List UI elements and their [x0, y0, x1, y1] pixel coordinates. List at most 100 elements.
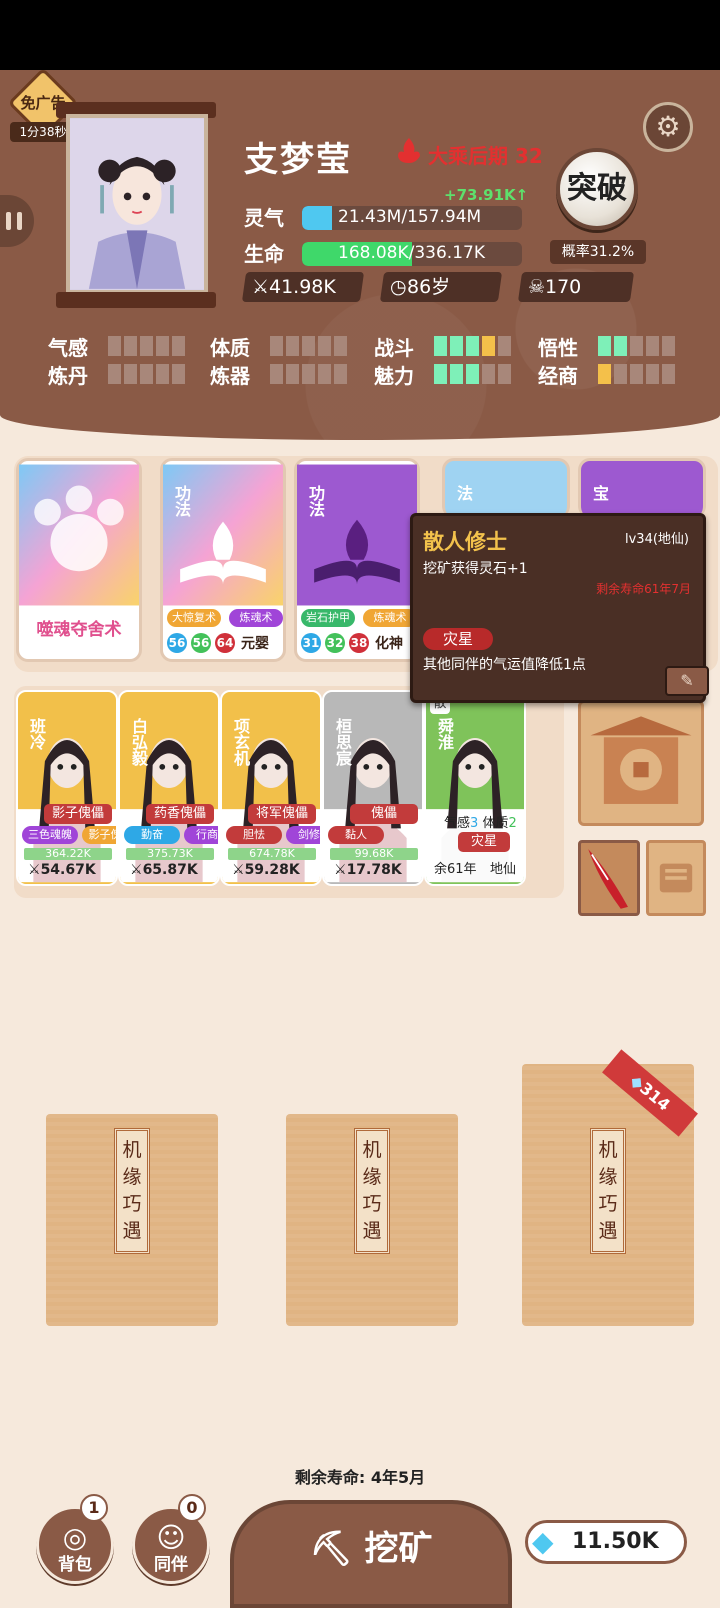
companion-card[interactable]: 班冷影子傀儡三色魂魄影子傀 364.22K ⚔54.67K [16, 690, 118, 886]
attribute-pip [172, 336, 185, 356]
dark-book-skill-art [297, 464, 417, 606]
fortune-packet[interactable]: 机缘巧遇 [286, 1114, 458, 1326]
attribute-pip [450, 336, 463, 356]
remaining-lifespan: 剩余寿命: 4年5月 [294, 1468, 426, 1487]
skill-card-3[interactable]: 功法 岩石护甲 炼魂术 31 32 38 化神 [294, 458, 420, 662]
age-stat: ◷ 86岁 [379, 272, 503, 302]
skill-rank: 化神 [375, 636, 403, 652]
attribute-pip [108, 336, 121, 356]
companion-trait: 三色魂魄 [22, 826, 78, 844]
skill-stat: 31 [301, 633, 321, 653]
attribute-pip [434, 364, 447, 384]
attribute-pip [482, 364, 495, 384]
skill-stat: 64 [215, 633, 235, 653]
tooltip-detail-button[interactable]: ✎ [665, 666, 709, 696]
companion-power: ⚔17.78K [334, 862, 402, 878]
realm-label: 大乘后期 32 [428, 144, 543, 168]
skill-stat: 38 [349, 633, 369, 653]
tooltip-level: lv34(地仙) [625, 532, 689, 547]
tooltip-title: 散人修士 [423, 530, 507, 554]
clock-icon: ◷ [390, 276, 407, 298]
skill-card-4[interactable]: 法 [442, 458, 570, 518]
skill-stat: 56 [191, 633, 211, 653]
companion-card[interactable]: 桓思宸 傀儡 黏人 99.68K ⚔17.78K [322, 690, 424, 886]
companion-role: 将军傀儡 [248, 804, 316, 824]
skill-stat: 56 [167, 633, 187, 653]
bag-label: 背包 [58, 1555, 92, 1575]
settings-button[interactable]: ⚙ [643, 102, 693, 152]
attribute-label: 体质 [210, 336, 250, 360]
hp-label: 生命 [244, 242, 284, 266]
companion-card[interactable]: 白弘毅 药香傀儡 勤奋 行商 375.73K ⚔65.87K [118, 690, 220, 886]
shrine-button[interactable] [578, 700, 704, 826]
sword-icon: ⚔ [334, 862, 347, 878]
companion-role: 影子傀儡 [44, 804, 112, 824]
weapon-slot[interactable] [578, 840, 640, 916]
breakthrough-button[interactable]: 突破 [556, 148, 638, 230]
skill-card-1[interactable]: 噬魂夺舍术 [16, 458, 142, 662]
attribute-pips [108, 336, 185, 356]
attribute-pip [450, 364, 463, 384]
skill-tag: 炼魂术 [229, 609, 283, 627]
scroll-slot[interactable] [646, 840, 706, 916]
attribute-pip [334, 336, 347, 356]
skill-card-5[interactable]: 宝 [578, 458, 706, 518]
attribute-pip [318, 336, 331, 356]
gem-balance[interactable]: ◆ 11.50K [525, 1520, 687, 1564]
companion-name: 桓思宸 [333, 718, 352, 766]
companion-trait: 勤奋 [124, 826, 180, 844]
attribute-pip [498, 364, 511, 384]
attribute-pip [498, 336, 511, 356]
companion-life: 余61年 [434, 862, 477, 877]
companion-trait: 黏人 [328, 826, 384, 844]
mine-button[interactable]: ⛏ 挖矿 [230, 1500, 512, 1608]
attribute-pip [598, 336, 611, 356]
companion-rank: 地仙 [489, 862, 516, 877]
age-value: 86岁 [406, 276, 450, 298]
skill-tag: 炼魂术 [363, 609, 417, 627]
attribute-pips [434, 364, 511, 384]
skill-card-2[interactable]: 功法 大惊复术 炼魂术 56 56 64 元婴 [160, 458, 286, 662]
attribute-pips [598, 364, 675, 384]
attribute-pip [482, 336, 495, 356]
skill-title: 噬魂夺舍术 [36, 620, 122, 640]
companion-trait: 剑修 [286, 826, 320, 844]
gem-icon: ◆ [532, 1525, 554, 1558]
attribute-pip [662, 336, 675, 356]
gem-value: 11.50K [572, 1529, 659, 1554]
companion-hp: 99.68K [330, 848, 418, 860]
qi-gain-rate: +73.91K↑ [444, 186, 529, 204]
attribute-pips [434, 336, 511, 356]
companion-power: ⚔65.87K [130, 862, 198, 878]
tooltip-effect: 挖矿获得灵石+1 [423, 561, 528, 577]
qi-label: 灵气 [244, 206, 284, 230]
companion-name: 舜淮 [435, 718, 454, 750]
attribute-pip [318, 364, 331, 384]
attribute-pip [598, 364, 611, 384]
companion-card[interactable]: 舜淮散气感3 体质2 灾星 余61年 地仙 [424, 690, 526, 886]
attribute-label: 气感 [48, 336, 88, 360]
attribute-pips [270, 336, 347, 356]
tooltip-lifespan: 剩余寿命61年7月 [596, 582, 691, 596]
pause-icon [6, 212, 11, 230]
blade-icon [588, 849, 628, 909]
companion-trait: 影子傀 [82, 826, 116, 844]
attribute-pip [108, 364, 121, 384]
companion-label: 同伴 [154, 1555, 188, 1575]
sword-icon: ⚔ [28, 862, 41, 878]
character-portrait[interactable] [66, 114, 208, 294]
attribute-label: 经商 [538, 364, 578, 388]
sword-icon: ⚔ [130, 862, 143, 878]
soul-skill-art [19, 464, 139, 606]
fortune-packet[interactable]: 机缘巧遇 [46, 1114, 218, 1326]
companion-trait: 胆怯 [226, 826, 282, 844]
skill-tag: 岩石护甲 [301, 609, 355, 627]
character-name: 支梦莹 [244, 140, 352, 180]
attribute-pip [614, 336, 627, 356]
fortune-packet[interactable]: 机缘巧遇 ◆314 [522, 1049, 698, 1326]
sword-icon: ⚔ [232, 862, 245, 878]
skill-stat: 32 [325, 633, 345, 653]
companion-card[interactable]: 项玄机 将军傀儡 胆怯 剑修 674.78K ⚔59.28K [220, 690, 322, 886]
pickaxe-icon: ⛏ [309, 1529, 365, 1569]
companion-name: 班冷 [27, 718, 46, 750]
